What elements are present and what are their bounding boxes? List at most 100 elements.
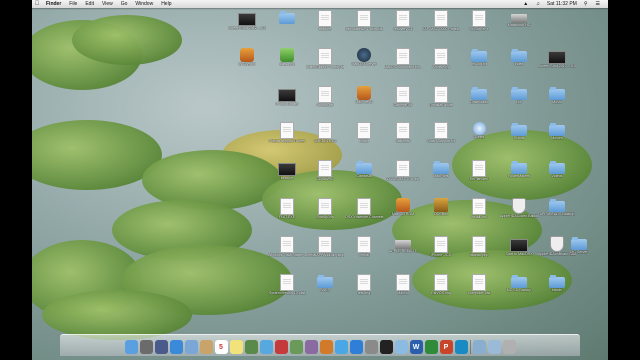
desktop-icon-dark[interactable]: Screen Shot 2012-...6.00 PM: [228, 10, 266, 36]
desktop-icon-doc[interactable]: readme: [306, 10, 344, 36]
desktop-icon-doc[interactable]: DIVASOLUTION zip: [384, 160, 422, 186]
desktop-icon-folder[interactable]: Music: [538, 86, 576, 112]
powerpoint-icon[interactable]: P: [439, 340, 453, 354]
garageband-icon[interactable]: [319, 340, 333, 354]
desktop-icon-doc[interactable]: test.img: [345, 274, 383, 300]
desktop-icon-folder[interactable]: Camtasia: [345, 160, 383, 186]
volume-icon[interactable]: ♫: [532, 0, 544, 8]
messages-icon[interactable]: [259, 340, 273, 354]
desktop-icon-doc[interactable]: install: [345, 122, 383, 148]
contacts-icon[interactable]: [199, 340, 213, 354]
desktop-icon-folder[interactable]: Lbr: [500, 86, 538, 112]
desktop-icon-folder[interactable]: Videos: [538, 160, 576, 186]
desktop-icon-doc[interactable]: bkdpad.php: [460, 236, 498, 262]
desktop-icon-doc[interactable]: SMKBL4.KY3: [306, 122, 344, 148]
desktop-icon-doc[interactable]: Atheos.rar: [306, 86, 344, 112]
wifi-icon[interactable]: ▲: [519, 0, 532, 8]
desktop-icon-folder[interactable]: Scrolls: [500, 122, 538, 148]
safari-icon[interactable]: [169, 340, 183, 354]
desktop-icon-doc[interactable]: instructions2.4 instructions: [345, 10, 383, 36]
desktop-icon-orbit[interactable]: MacOSXServer: [345, 48, 383, 74]
desktop-icon-doc[interactable]: SystemVersion 10.plist: [268, 274, 306, 300]
desktop-icon-doc[interactable]: CameraRoll: [384, 86, 422, 112]
menu-help[interactable]: Help: [157, 0, 175, 8]
facetime-icon[interactable]: [244, 340, 258, 354]
desktop-icon-folder[interactable]: SNES: [306, 274, 344, 300]
documents-stack-icon[interactable]: [487, 340, 501, 354]
desktop-icon-folder[interactable]: Movies: [538, 122, 576, 148]
desktop-icon-folder[interactable]: FolderMakers: [500, 160, 538, 186]
notification-center-icon[interactable]: ☰: [592, 0, 604, 8]
desktop-icon-doc[interactable]: XAF-MAC-0000 Pages...: [422, 10, 460, 36]
finder-icon[interactable]: [124, 340, 138, 354]
desktop-icon-doc[interactable]: Crash Support.txt: [422, 122, 460, 148]
desktop-icon-shield[interactable]: AppleHDACodec Backup: [500, 198, 538, 224]
launchpad-icon[interactable]: [139, 340, 153, 354]
desktop-icon-folder[interactable]: APPAREADS Backup: [538, 198, 576, 224]
desktop-icon-doc[interactable]: Playlist support iTunes: [268, 122, 306, 148]
menu-go[interactable]: Go: [117, 0, 132, 8]
excel-icon[interactable]: [424, 340, 438, 354]
desktop-icon-disk[interactable]: Macintosh HD: [500, 10, 538, 36]
desktop-icon-folder[interactable]: nfs-log.txt: [460, 48, 498, 74]
desktop-icon-itunes[interactable]: iTunes: [460, 122, 498, 148]
app-icon[interactable]: [454, 340, 468, 354]
iphoto-icon[interactable]: [289, 340, 303, 354]
desktop-icon-doc[interactable]: FLAT.EXE: [268, 198, 306, 224]
menu-view[interactable]: View: [98, 0, 117, 8]
desktop-icon-doc[interactable]: OSX Yosemite Chameleon: [345, 198, 383, 224]
desktop-icon-doc[interactable]: Verbal: [345, 236, 383, 262]
desktop-icon-doc[interactable]: recovery 24: [384, 10, 422, 36]
desktop-icon-doc[interactable]: Windows Vista Starter 32 bit.iso: [268, 236, 306, 262]
word-icon[interactable]: W: [409, 340, 423, 354]
terminal-icon[interactable]: [379, 340, 393, 354]
menu-finder[interactable]: Finder: [42, 0, 65, 8]
menu-file[interactable]: File: [65, 0, 81, 8]
desktop-icon-doc[interactable]: CDMM/RC: [306, 160, 344, 186]
spotlight-icon[interactable]: ⚲: [580, 0, 592, 8]
desktop-icon-folder[interactable]: bitcoin: [538, 274, 576, 300]
desktop-icon-doc[interactable]: EnPlan.xml: [460, 160, 498, 186]
desktop-icon-dark[interactable]: iPhoto Library: [268, 86, 306, 112]
desktop-icon-doc[interactable]: Jailbreak: [384, 122, 422, 148]
desktop-icon-doc[interactable]: limitedSkinbrt 4 sets(Mac): [306, 48, 344, 74]
desktop-icon-doc[interactable]: Computer List: [460, 274, 498, 300]
notes-icon[interactable]: [229, 340, 243, 354]
mail-icon[interactable]: [184, 340, 198, 354]
desktop-icon-doc[interactable]: Macvol: [384, 274, 422, 300]
apple-menu-icon[interactable]: : [32, 0, 42, 8]
desktop-icon-doc[interactable]: Uninstall guide: [422, 86, 460, 112]
downloads-stack-icon[interactable]: [472, 340, 486, 354]
desktop-icon-dark[interactable]: Start to MacOSX: [500, 236, 538, 262]
desktop-icon-folder[interactable]: Index: [500, 48, 538, 74]
imovie-icon[interactable]: [304, 340, 318, 354]
desktop-icon-doc[interactable]: VerbalAPPAndroid plugin: [306, 236, 344, 262]
desktop-icon-folder[interactable]: [268, 10, 306, 36]
desktop-icon-folder[interactable]: MacPorts: [422, 160, 460, 186]
desktop-icon-doc[interactable]: install.xml: [460, 198, 498, 224]
desktop-icon-doc[interactable]: EstVOS.img: [422, 274, 460, 300]
desktop-icon-folder[interactable]: Downloads: [460, 86, 498, 112]
desktop-icon-doc[interactable]: MoSarKer x: [460, 10, 498, 36]
trash-icon[interactable]: [502, 340, 516, 354]
photo-booth-icon[interactable]: [274, 340, 288, 354]
menu-clock[interactable]: Sat 11:32 PM: [544, 0, 580, 8]
calendar-icon[interactable]: 5: [214, 340, 228, 354]
desktop-icon-app[interactable]: Mac OS ROM: [384, 198, 422, 224]
desktop-icon-doc[interactable]: Archive zip: [422, 48, 460, 74]
preview-icon[interactable]: [394, 340, 408, 354]
desktop-icon-dark[interactable]: Screen Shot 2012-...9.57 PM: [538, 48, 576, 74]
desktop-icon-doc[interactable]: iPhone .JCS: [422, 236, 460, 262]
desktop-icon-app[interactable]: MacFire.Ar: [345, 86, 383, 112]
menu-edit[interactable]: Edit: [81, 0, 98, 8]
desktop-icon-dark[interactable]: ioncube: [268, 160, 306, 186]
desktop-icon-folder[interactable]: MC SD Backup: [500, 274, 538, 300]
desktop-icon-doc[interactable]: SmbUp.zip: [306, 198, 344, 224]
mission-control-icon[interactable]: [154, 340, 168, 354]
system-preferences-icon[interactable]: [364, 340, 378, 354]
desktop-icon-folder[interactable]: MC Server: [560, 236, 598, 262]
desktop-icon-app[interactable]: cs Crypton: [228, 48, 266, 74]
app-store-icon[interactable]: [349, 340, 363, 354]
desktop-icon-dos[interactable]: DOSBox: [422, 198, 460, 224]
menu-window[interactable]: Window: [131, 0, 157, 8]
